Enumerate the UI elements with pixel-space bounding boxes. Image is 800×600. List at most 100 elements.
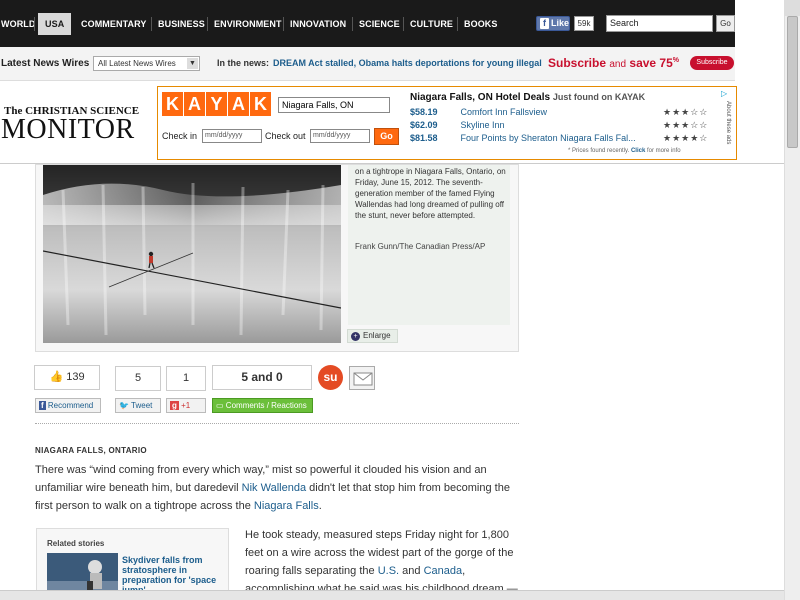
check-out-date-input[interactable]: mm/dd/yyyy (310, 129, 370, 143)
news-wire-bar: Latest News Wires All Latest News Wires … (0, 47, 735, 81)
enlarge-button[interactable]: + Enlarge (347, 329, 398, 343)
recommend-label: Recommend (47, 401, 94, 410)
article-dateline: NIAGARA FALLS, ONTARIO (35, 446, 147, 455)
promo-and-text: and (609, 59, 627, 70)
kayak-letter: K (162, 92, 183, 116)
nav-books[interactable]: BOOKS (457, 13, 505, 35)
nav-innovation[interactable]: INNOVATION (283, 13, 353, 35)
logo-monitor[interactable]: MONITOR (1, 114, 135, 146)
niagara-falls-link[interactable]: Niagara Falls (254, 500, 319, 512)
promo-subscribe-text: Subscribe (548, 56, 607, 70)
vertical-scrollbar[interactable] (784, 0, 800, 600)
thumbs-up-icon: 👍 (49, 371, 64, 383)
related-story-link[interactable]: Skydiver falls from stratosphere in prep… (122, 555, 222, 595)
news-wire-select[interactable]: All Latest News Wires ▼ (93, 56, 200, 71)
tweet-button[interactable]: 🐦 Tweet (115, 398, 161, 413)
promo-save-text: save 75 (629, 56, 673, 70)
photo-credit: Frank Gunn/The Canadian Press/AP (355, 242, 486, 251)
city-input[interactable]: Niagara Falls, ON (278, 97, 390, 113)
hotel-name: Skyline Inn (460, 120, 505, 130)
canada-link[interactable]: Canada (424, 565, 463, 577)
kayak-letter: Y (206, 92, 227, 116)
adchoices-icon[interactable]: ▷ (721, 89, 731, 99)
hotel-name: Four Points by Sheraton Niagara Falls Fa… (460, 133, 636, 143)
like-label: Like (551, 18, 570, 28)
google-plusone-button[interactable]: g +1 (166, 398, 206, 413)
kayak-letter: K (250, 92, 271, 116)
nav-world[interactable]: WORLD (0, 13, 43, 35)
tweet-count[interactable]: 5 (115, 366, 161, 391)
kayak-logo[interactable]: K A Y A K (162, 92, 272, 116)
ad-footnote-end: for more info (646, 148, 681, 154)
promo-percent: % (672, 57, 680, 64)
us-link[interactable]: U.S. (378, 565, 399, 577)
kayak-ad: K A Y A K Niagara Falls, ON Check in mm/… (157, 86, 737, 160)
plusone-label: +1 (181, 401, 191, 410)
plus-icon: + (351, 332, 360, 341)
comment-score[interactable]: 5 and 0 (212, 365, 312, 390)
google-plus-icon: g (170, 401, 179, 410)
twitter-icon: 🐦 (119, 401, 129, 410)
nav-usa[interactable]: USA (38, 13, 72, 35)
article-paragraph-1: There was “wind coming from every which … (35, 461, 520, 515)
hotel-rating-stars: ★★★☆☆ (663, 120, 709, 130)
check-out-label: Check out (265, 131, 306, 141)
hotel-price: $62.09 (410, 120, 438, 130)
hotel-deal-row[interactable]: $58.19 Comfort Inn Fallsview (410, 107, 661, 120)
news-wire-select-value: All Latest News Wires (98, 59, 176, 68)
kayak-letter: A (228, 92, 249, 116)
recommend-button[interactable]: f Recommend (35, 398, 101, 413)
masthead: The CHRISTIAN SCIENCE MONITOR K A Y A K … (0, 82, 785, 164)
ad-title: Niagara Falls, ON Hotel Deals Just found… (410, 92, 645, 103)
nav-environment[interactable]: ENVIRONMENT (207, 13, 289, 35)
nav-divider (34, 17, 35, 31)
hotel-deal-row[interactable]: $62.09 Skyline Inn (410, 120, 661, 133)
hotel-name: Comfort Inn Fallsview (460, 107, 548, 117)
photo-caption: on a tightrope in Niagara Falls, Ontario… (355, 167, 506, 220)
nav-culture[interactable]: CULTURE (403, 13, 460, 35)
facebook-like-count[interactable]: 👍 139 (34, 365, 100, 390)
comments-reactions-button[interactable]: ▭ Comments / Reactions (212, 398, 313, 413)
stumbleupon-icon[interactable]: su (318, 365, 343, 390)
top-nav: WORLD USA COMMENTARY BUSINESS ENVIRONMEN… (0, 0, 735, 47)
hotel-price: $81.58 (410, 133, 438, 143)
nav-commentary[interactable]: COMMENTARY (74, 13, 154, 35)
latest-news-wires-label: Latest News Wires (1, 58, 90, 69)
like-count: 59k (574, 16, 594, 31)
email-icon[interactable] (349, 366, 375, 390)
related-stories-heading: Related stories (47, 539, 105, 548)
horizontal-scrollbar[interactable] (0, 590, 784, 600)
ad-go-button[interactable]: Go (374, 128, 399, 145)
about-these-ads-link[interactable]: About these ads (725, 101, 731, 144)
search-button[interactable]: Go (716, 15, 735, 32)
kayak-letter: A (184, 92, 205, 116)
comment-bubble-icon: ▭ (216, 401, 224, 410)
nav-science[interactable]: SCIENCE (352, 13, 407, 35)
hotel-rating-stars: ★★★☆☆ (663, 107, 709, 117)
in-the-news-link[interactable]: DREAM Act stalled, Obama halts deportati… (273, 58, 542, 68)
envelope-icon (353, 372, 373, 386)
subscribe-button[interactable]: Subscribe (690, 56, 734, 70)
plusone-count[interactable]: 1 (166, 366, 206, 391)
tweet-label: Tweet (131, 401, 153, 410)
in-the-news-label: In the news: (217, 58, 270, 68)
hotel-deal-row[interactable]: $81.58 Four Points by Sheraton Niagara F… (410, 133, 661, 146)
ad-footnote-text: * Prices found recently. (568, 148, 630, 154)
nav-business[interactable]: BUSINESS (151, 13, 212, 35)
enlarge-label: Enlarge (363, 331, 391, 340)
ad-footnote: * Prices found recently. Click for more … (568, 148, 681, 154)
facebook-icon: f (39, 401, 46, 410)
scroll-up-arrow-icon[interactable] (785, 0, 800, 16)
ad-footnote-click[interactable]: Click (631, 148, 645, 154)
check-in-date-input[interactable]: mm/dd/yyyy (202, 129, 262, 143)
subscribe-promo[interactable]: Subscribe and save 75% (548, 56, 679, 70)
ad-title-text: Niagara Falls, ON Hotel Deals (410, 92, 551, 103)
scrollbar-thumb[interactable] (787, 16, 798, 148)
tightrope-photo[interactable] (43, 165, 341, 343)
hotel-rating-stars: ★★★★☆ (663, 133, 709, 143)
chevron-down-icon: ▼ (187, 58, 198, 69)
article-paragraph-2: He took steady, measured steps Friday ni… (245, 526, 520, 598)
search-input[interactable]: Search (606, 15, 713, 32)
facebook-like-button[interactable]: f Like (536, 16, 570, 31)
nik-wallenda-link[interactable]: Nik Wallenda (242, 482, 306, 494)
